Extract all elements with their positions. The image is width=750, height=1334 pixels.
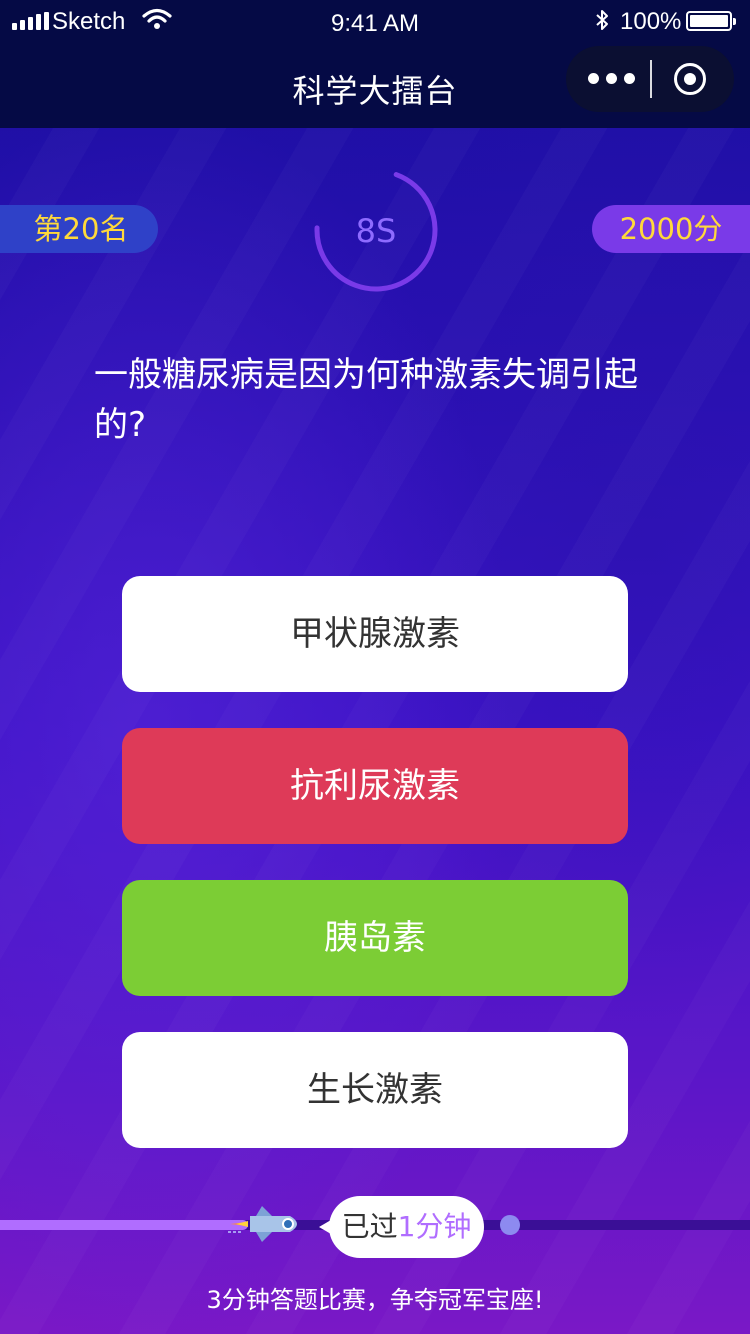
option-c-button[interactable]: 胰岛素 [122,880,628,996]
nav-bar: 科学大擂台 [0,40,750,128]
question-text: 一般糖尿病是因为何种激素失调引起的? [94,355,638,445]
capsule-divider [650,60,652,98]
timer-seconds: 8S [355,212,397,250]
more-icon[interactable] [588,73,635,84]
status-bar: Sketch 9:41 AM 100% [0,0,750,40]
countdown-timer: 8S [310,164,442,296]
option-d-button[interactable]: 生长激素 [122,1032,628,1148]
elapsed-prefix: 已过 [341,1210,398,1243]
battery-percent: 100% [620,8,682,35]
progress-fill [0,1220,248,1230]
score-badge: 2000分 [592,205,750,253]
rank-badge: 第20名 [0,205,158,253]
elapsed-value: 1分钟 [397,1210,472,1243]
elapsed-time-bubble: 已过1分钟 [319,1196,484,1258]
footer-slogan: 3分钟答题比赛，争夺冠军宝座! [206,1286,544,1314]
option-a-button[interactable]: 甲状腺激素 [122,576,628,692]
bluetooth-icon [596,10,608,30]
progress-end-marker [500,1215,520,1235]
option-b-button[interactable]: 抗利尿激素 [122,728,628,844]
close-icon[interactable] [674,63,706,95]
rocket-icon [228,1206,297,1242]
mini-program-capsule [566,46,734,112]
battery-icon [686,11,736,31]
